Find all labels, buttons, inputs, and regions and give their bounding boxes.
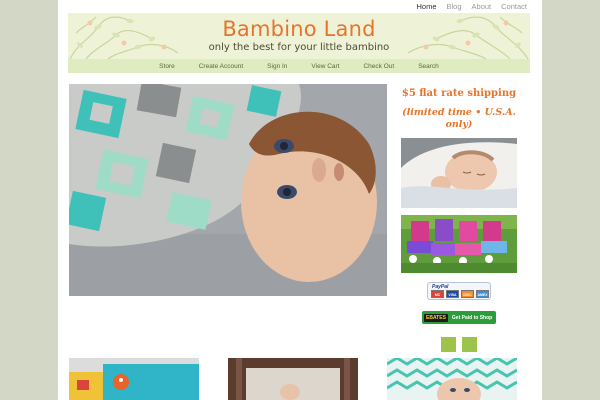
sleeping-baby-photo[interactable]: [401, 138, 517, 208]
site-header: Bambino Land only the best for your litt…: [68, 13, 530, 59]
shipping-promo-headline: $5 flat rate shipping: [401, 88, 517, 99]
ebates-logo: EBATES: [424, 313, 448, 322]
product-thumbnail-3[interactable]: [387, 358, 517, 400]
hero-slideshow-image[interactable]: [69, 84, 387, 296]
kids-leggings-photo[interactable]: [401, 215, 517, 273]
topnav-about-link[interactable]: About: [467, 2, 497, 11]
amex-icon: AMEX: [476, 290, 489, 298]
site-title[interactable]: Bambino Land: [68, 17, 530, 41]
nav-view-cart-link[interactable]: View Cart: [299, 63, 351, 70]
nav-sign-in-link[interactable]: Sign In: [255, 63, 299, 70]
product-thumbnail-1[interactable]: [69, 358, 199, 400]
nav-check-out-link[interactable]: Check Out: [351, 63, 406, 70]
mastercard-icon: MC: [431, 290, 444, 298]
nav-search-link[interactable]: Search: [406, 63, 451, 70]
topnav-blog-link[interactable]: Blog: [442, 2, 467, 11]
main-navigation: Store Create Account Sign In View Cart C…: [68, 59, 530, 73]
top-navigation: Home Blog About Contact: [412, 2, 533, 11]
topnav-home-link[interactable]: Home: [412, 2, 442, 11]
ebates-tagline: Get Paid to Shop: [451, 314, 493, 321]
ebates-banner[interactable]: EBATES Get Paid to Shop: [422, 311, 496, 324]
shipping-promo-note: (limited time • U.S.A. only): [399, 107, 519, 131]
nav-create-account-link[interactable]: Create Account: [187, 63, 255, 70]
page-container: Home Blog About Contact Bambino Land onl…: [58, 0, 542, 400]
discover-icon: DISC: [461, 290, 474, 298]
nav-store-link[interactable]: Store: [147, 63, 187, 70]
paypal-payment-badge: PayPal MC VISA DISC AMEX: [427, 282, 491, 300]
shipping-promo-note-line1: (limited time • U.S.A.: [402, 107, 516, 118]
slider-prev-square[interactable]: [441, 337, 456, 352]
shipping-promo-note-line2: only): [445, 119, 473, 130]
visa-icon: VISA: [446, 290, 459, 298]
slider-next-square[interactable]: [462, 337, 477, 352]
topnav-contact-link[interactable]: Contact: [496, 2, 532, 11]
site-tagline: only the best for your little bambino: [208, 42, 390, 53]
product-thumbnail-2[interactable]: [228, 358, 358, 400]
